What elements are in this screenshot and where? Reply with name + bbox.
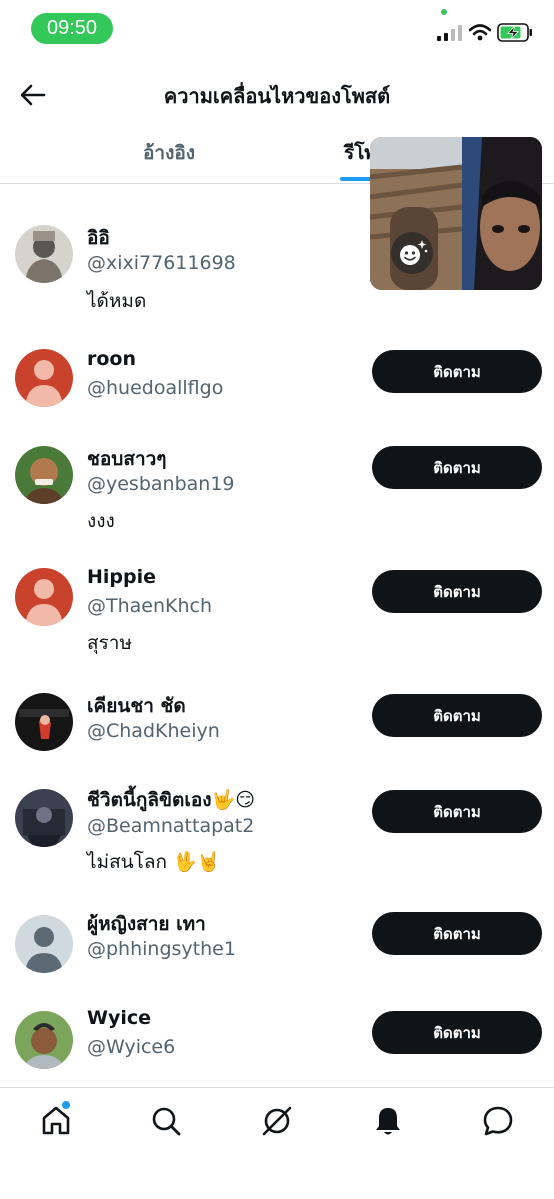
user-list: อิอิ @xixi77611698 ได้หมด roon @huedoall… (0, 185, 554, 1087)
avatar[interactable] (15, 915, 73, 973)
user-handle[interactable]: @xixi77611698 (87, 252, 236, 274)
picture-in-picture-video[interactable] (370, 137, 542, 290)
camera-indicator-dot (441, 9, 447, 15)
follow-button[interactable]: ติดตาม (372, 912, 542, 955)
list-item[interactable]: ชีวิตนี้กูลิขิตเอง🤟😏 @Beamnattapat2 ไม่ส… (0, 753, 554, 875)
nav-grok[interactable] (260, 1104, 294, 1138)
list-item[interactable]: roon @huedoallflgo ติดตาม (0, 315, 554, 411)
user-name[interactable]: roon (87, 348, 136, 370)
user-bio: ได้หมด (87, 290, 147, 312)
follow-button[interactable]: ติดตาม (372, 694, 542, 737)
user-bio: สุราษ (87, 632, 132, 654)
user-name[interactable]: อิอิ (87, 223, 110, 253)
avatar[interactable] (15, 568, 73, 626)
avatar[interactable] (15, 789, 73, 847)
user-name[interactable]: เคียนชา ชัด (87, 691, 186, 721)
list-item[interactable]: เคียนชา ชัด @ChadKheiyn ติดตาม (0, 657, 554, 753)
search-icon (152, 1107, 181, 1136)
follow-button[interactable]: ติดตาม (372, 1011, 542, 1054)
follow-button[interactable]: ติดตาม (372, 350, 542, 393)
home-icon (42, 1106, 70, 1135)
user-name[interactable]: ชีวิตนี้กูลิขิตเอง🤟😏 (87, 785, 255, 815)
user-handle[interactable]: @yesbanban19 (87, 473, 235, 495)
face-effect-icon[interactable] (390, 231, 434, 275)
user-handle[interactable]: @huedoallflgo (87, 377, 223, 399)
user-handle[interactable]: @ChadKheiyn (87, 720, 220, 742)
follow-button[interactable]: ติดตาม (372, 570, 542, 613)
status-bar: 09:50 (0, 0, 554, 56)
nav-messages[interactable] (481, 1104, 515, 1138)
avatar[interactable] (15, 693, 73, 751)
notifications-icon (376, 1108, 400, 1135)
follow-button[interactable]: ติดตาม (372, 446, 542, 489)
user-handle[interactable]: @Beamnattapat2 (87, 815, 254, 837)
list-item[interactable]: ผู้หญิงสาย เทา @phhingsythe1 ติดตาม (0, 875, 554, 973)
avatar[interactable] (15, 446, 73, 504)
follow-button[interactable]: ติดตาม (372, 790, 542, 833)
page-title: ความเคลื่อนไหวของโพสต์ (163, 84, 391, 108)
notification-dot (62, 1101, 70, 1109)
user-bio: ไม่สนโลก 🖖🤘 (87, 851, 221, 873)
avatar[interactable] (15, 349, 73, 407)
list-item[interactable]: Hippie @ThaenKhch สุราษ ติดตาม (0, 533, 554, 657)
user-name[interactable]: Wyice (87, 1007, 151, 1029)
user-name[interactable]: ชอบสาวๆ (87, 444, 167, 474)
user-handle[interactable]: @ThaenKhch (87, 595, 212, 617)
bottom-nav (0, 1087, 554, 1199)
avatar[interactable] (15, 1011, 73, 1069)
list-item[interactable]: Wyice @Wyice6 ติดตาม (0, 971, 554, 1087)
status-time: 09:50 (31, 13, 113, 44)
nav-home[interactable] (39, 1104, 73, 1138)
messages-icon (483, 1106, 513, 1136)
user-name[interactable]: Hippie (87, 566, 156, 588)
user-handle[interactable]: @Wyice6 (87, 1036, 175, 1058)
user-name[interactable]: ผู้หญิงสาย เทา (87, 909, 206, 939)
grok-icon (262, 1106, 292, 1136)
nav-search[interactable] (149, 1104, 183, 1138)
cellular-signal-icon (437, 25, 462, 41)
wifi-icon (469, 24, 491, 41)
avatar[interactable] (15, 225, 73, 283)
list-item[interactable]: ชอบสาวๆ @yesbanban19 งงง ติดตาม (0, 411, 554, 533)
user-handle[interactable]: @phhingsythe1 (87, 938, 236, 960)
nav-notifications[interactable] (371, 1104, 405, 1138)
battery-charging-icon (497, 23, 532, 42)
user-bio: งงง (87, 510, 115, 532)
tab-quotes[interactable]: อ้างอิง (143, 138, 195, 168)
back-arrow-icon[interactable] (18, 80, 48, 110)
